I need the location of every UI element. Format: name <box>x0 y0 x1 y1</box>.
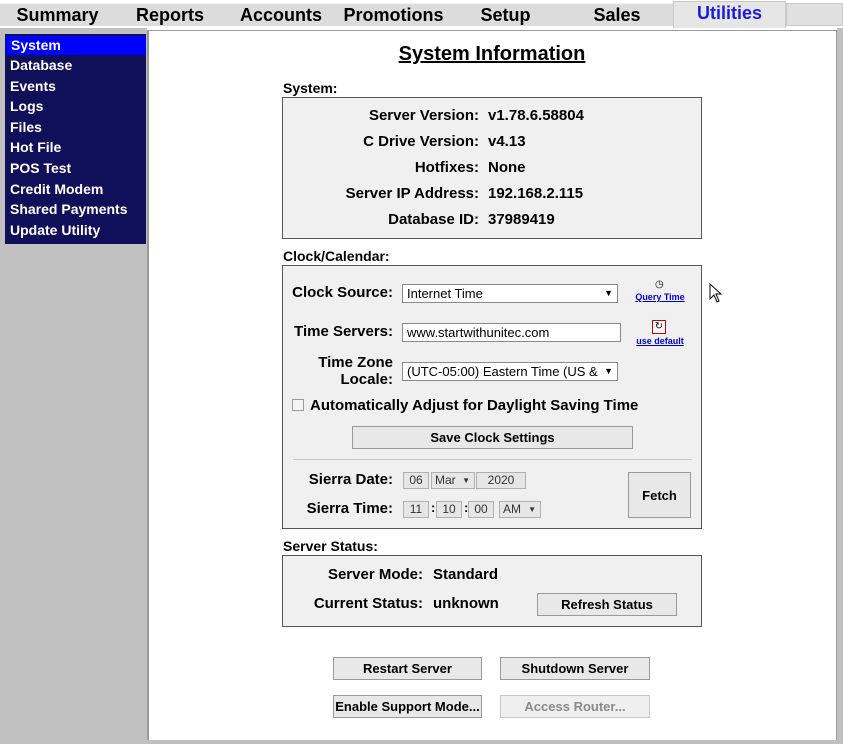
use-default-link[interactable]: use default <box>633 336 687 346</box>
time-zone-label: Time Zone Locale: <box>283 354 393 388</box>
dst-label: Automatically Adjust for Daylight Saving… <box>310 397 639 414</box>
sidebar-item-hot-file[interactable]: Hot File <box>5 137 146 158</box>
tab-accounts[interactable]: Accounts <box>225 3 337 26</box>
shutdown-server-button[interactable]: Shutdown Server <box>500 657 650 680</box>
time-separator: : <box>431 500 436 515</box>
current-status-value: unknown <box>433 595 499 612</box>
tab-reports[interactable]: Reports <box>115 3 225 26</box>
clock-source-value: Internet Time <box>407 286 483 301</box>
fetch-button[interactable]: Fetch <box>628 472 691 518</box>
server-version-label: Server Version: <box>368 107 479 124</box>
time-servers-label: Time Servers: <box>294 323 393 340</box>
mouse-cursor-icon <box>709 282 723 303</box>
tab-sales[interactable]: Sales <box>561 3 673 26</box>
sierra-date-label: Sierra Date: <box>308 471 393 488</box>
system-heading: System: <box>283 80 338 96</box>
date-month-value: Mar <box>435 473 456 487</box>
server-ip-label: Server IP Address: <box>345 185 479 202</box>
database-id-label: Database ID: <box>388 211 479 228</box>
clock-heading: Clock/Calendar: <box>283 248 390 264</box>
refresh-icon[interactable]: ↻ <box>652 320 666 334</box>
save-clock-settings-button[interactable]: Save Clock Settings <box>352 426 633 449</box>
right-border <box>837 28 843 744</box>
sidebar-item-credit-modem[interactable]: Credit Modem <box>5 179 146 200</box>
refresh-status-button[interactable]: Refresh Status <box>537 593 677 616</box>
c-drive-version-value: v4.13 <box>488 133 526 150</box>
divider <box>293 459 692 460</box>
time-zone-label-line1: Time Zone <box>318 354 393 371</box>
sidebar-item-events[interactable]: Events <box>5 76 146 97</box>
sidebar-item-files[interactable]: Files <box>5 117 146 138</box>
restart-server-button[interactable]: Restart Server <box>333 657 482 680</box>
server-status-box: Server Mode: Standard Current Status: un… <box>282 555 702 627</box>
current-status-label: Current Status: <box>313 595 423 612</box>
sidebar-item-system[interactable]: System <box>6 36 146 55</box>
access-router-button[interactable]: Access Router... <box>500 695 650 718</box>
bottom-border <box>147 740 843 744</box>
time-zone-value: (UTC-05:00) Eastern Time (US & <box>407 364 598 379</box>
date-year-field[interactable]: 2020 <box>476 472 526 489</box>
sidebar-item-pos-test[interactable]: POS Test <box>5 158 146 179</box>
time-minute-field[interactable]: 10 <box>436 501 462 518</box>
server-ip-value: 192.168.2.115 <box>488 185 584 202</box>
dst-checkbox[interactable] <box>292 399 304 411</box>
sidebar-item-shared-payments[interactable]: Shared Payments <box>5 199 146 220</box>
hotfixes-label: Hotfixes: <box>414 159 479 176</box>
server-mode-value: Standard <box>433 566 499 583</box>
time-ampm-select[interactable]: AM ▼ <box>499 501 541 518</box>
chevron-down-icon: ▼ <box>604 288 613 298</box>
server-status-heading: Server Status: <box>283 538 378 554</box>
clock-box: Clock Source: Internet Time ▼ ◷ Query Ti… <box>282 265 702 529</box>
time-zone-label-line2: Locale: <box>340 371 393 388</box>
query-time-link[interactable]: Query Time <box>632 292 688 302</box>
hotfixes-value: None <box>488 159 526 176</box>
date-month-select[interactable]: Mar ▼ <box>431 472 475 489</box>
page-title: System Information <box>398 43 586 65</box>
server-mode-label: Server Mode: <box>327 566 423 583</box>
time-servers-input[interactable] <box>402 323 621 342</box>
time-hour-field[interactable]: 11 <box>403 501 429 518</box>
clock-source-select[interactable]: Internet Time ▼ <box>402 284 618 303</box>
sidebar-item-database[interactable]: Database <box>5 55 146 76</box>
c-drive-version-label: C Drive Version: <box>363 133 479 150</box>
sidebar-menu: System Database Events Logs Files Hot Fi… <box>5 34 146 245</box>
time-zone-select[interactable]: (UTC-05:00) Eastern Time (US & ▼ <box>402 362 618 381</box>
tab-utilities[interactable]: Utilities <box>673 1 786 28</box>
tab-promotions[interactable]: Promotions <box>337 3 450 26</box>
chevron-down-icon: ▼ <box>462 476 470 485</box>
chevron-down-icon: ▼ <box>528 505 536 514</box>
enable-support-mode-button[interactable]: Enable Support Mode... <box>333 695 482 718</box>
clock-icon: ◷ <box>655 279 664 290</box>
database-id-value: 37989419 <box>488 211 555 228</box>
tab-setup[interactable]: Setup <box>450 3 561 26</box>
server-version-value: v1.78.6.58804 <box>488 107 584 124</box>
time-second-field[interactable]: 00 <box>468 501 494 518</box>
sierra-time-label: Sierra Time: <box>306 500 393 517</box>
time-ampm-value: AM <box>503 502 521 516</box>
tab-blank <box>786 3 843 26</box>
system-info-box: Server Version: v1.78.6.58804 C Drive Ve… <box>282 97 702 239</box>
chevron-down-icon: ▼ <box>602 363 613 380</box>
tab-summary[interactable]: Summary <box>0 3 115 26</box>
date-day-field[interactable]: 06 <box>403 472 429 489</box>
top-nav: Summary Reports Accounts Promotions Setu… <box>0 0 843 28</box>
clock-source-label: Clock Source: <box>292 284 393 301</box>
sidebar-item-logs[interactable]: Logs <box>5 96 146 117</box>
sidebar-item-update-utility[interactable]: Update Utility <box>5 220 146 241</box>
